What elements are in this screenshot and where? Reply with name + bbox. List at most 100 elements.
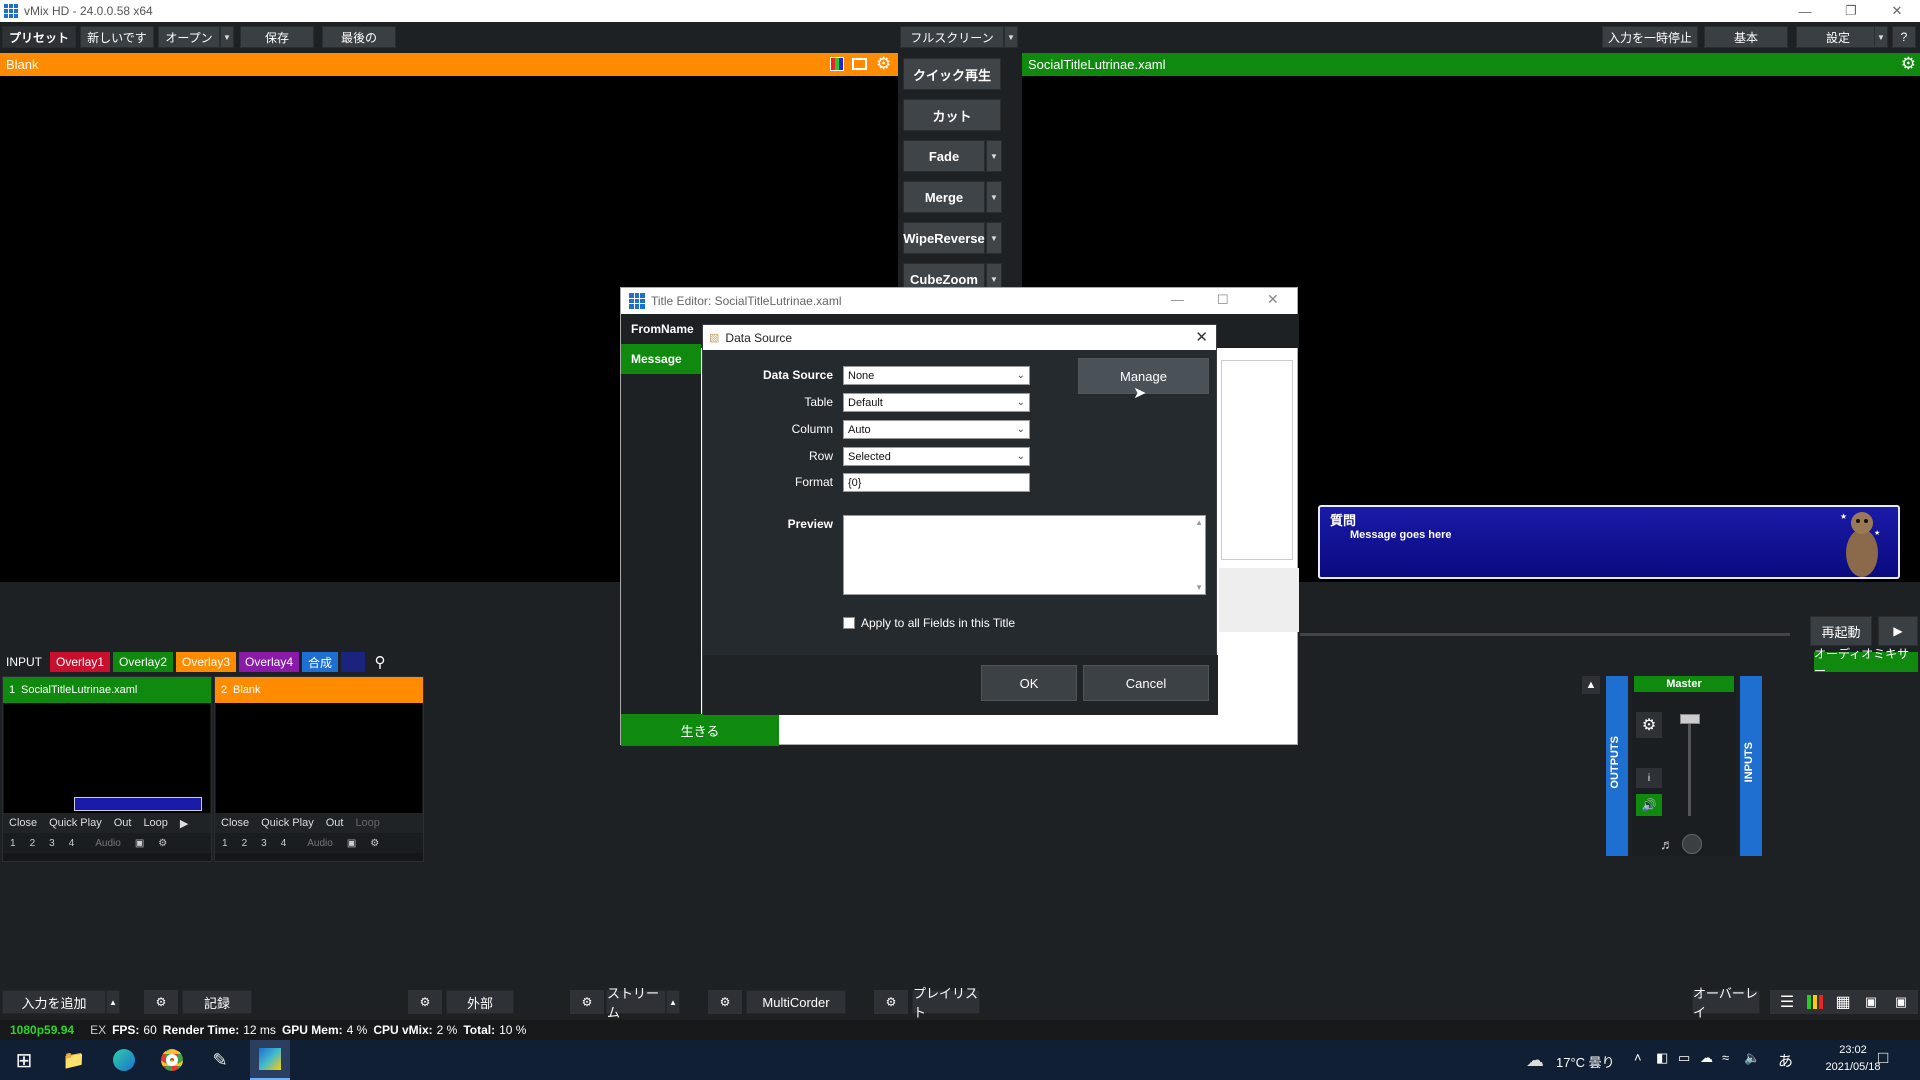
pin-icon[interactable]: ▲: [1582, 676, 1600, 694]
chrome-icon[interactable]: [158, 1048, 186, 1072]
external-button[interactable]: 外部: [446, 990, 514, 1014]
minimize-icon[interactable]: —: [1171, 292, 1184, 307]
open-dropdown-icon[interactable]: ▼: [220, 26, 234, 48]
pause-input-button[interactable]: 入力を一時停止: [1602, 26, 1698, 48]
column-select[interactable]: Auto ⌄: [843, 420, 1030, 439]
wipe-dropdown-icon[interactable]: ▼: [986, 222, 1002, 254]
monitor-icon[interactable]: ▣: [340, 838, 363, 849]
close-icon[interactable]: ✕: [1195, 328, 1208, 346]
scroll-down-icon[interactable]: ▼: [1195, 583, 1203, 592]
battery-icon[interactable]: ▭: [1678, 1050, 1690, 1066]
maximize-icon[interactable]: ☐: [1217, 292, 1229, 308]
inputs-tab[interactable]: INPUTS: [1740, 676, 1762, 856]
restore-icon[interactable]: ❐: [1828, 0, 1874, 22]
file-explorer-icon[interactable]: 📁: [60, 1048, 88, 1072]
data-source-dialog[interactable]: ▧ Data Source ✕ Data Source None ⌄ Table …: [702, 324, 1218, 715]
table-select[interactable]: Default ⌄: [843, 393, 1030, 412]
data-source-select[interactable]: None ⌄: [843, 366, 1030, 385]
layer-1[interactable]: 1: [215, 838, 235, 849]
onedrive-icon[interactable]: ☁: [1700, 1050, 1713, 1066]
gear-icon[interactable]: ⚙: [408, 990, 442, 1014]
tab-composite[interactable]: 合成: [302, 652, 338, 672]
loop-button[interactable]: Loop: [137, 817, 173, 829]
quick-play-button[interactable]: クイック再生: [903, 58, 1001, 90]
wipe-button[interactable]: WipeReverse: [903, 222, 985, 254]
notepad-icon[interactable]: ✎: [206, 1048, 234, 1072]
layer-4[interactable]: 4: [274, 838, 294, 849]
audio-button[interactable]: Audio: [293, 838, 340, 849]
merge-dropdown-icon[interactable]: ▼: [986, 181, 1002, 213]
multicorder-button[interactable]: MultiCorder: [746, 990, 846, 1014]
stream-dropdown-icon[interactable]: ▲: [666, 990, 680, 1014]
input-thumbnail[interactable]: [216, 703, 422, 813]
input-card-2[interactable]: 2 Blank Close Quick Play Out Loop 1234 A…: [214, 676, 424, 862]
outputs-tab[interactable]: OUTPUTS: [1606, 676, 1628, 856]
tab-input[interactable]: INPUT: [2, 652, 46, 672]
add-input-dropdown-icon[interactable]: ▲: [106, 990, 120, 1014]
cut-button[interactable]: カット: [903, 99, 1001, 131]
speaker-icon[interactable]: 🔊: [1636, 794, 1662, 816]
volume-icon[interactable]: 🔈: [1744, 1050, 1760, 1066]
merge-button[interactable]: Merge: [903, 181, 985, 213]
preview-box[interactable]: ▲ ▼: [843, 515, 1206, 595]
gear-icon[interactable]: ⚙: [1901, 54, 1916, 74]
loop-button[interactable]: Loop: [349, 817, 385, 829]
tab-overlay2[interactable]: Overlay2: [113, 652, 173, 672]
text-area[interactable]: [1221, 360, 1293, 560]
basic-button[interactable]: 基本: [1704, 26, 1788, 48]
open-button[interactable]: オープン: [158, 26, 220, 48]
edge-icon[interactable]: [110, 1048, 138, 1072]
gear-icon[interactable]: ⚙: [1636, 712, 1662, 738]
fullscreen-button[interactable]: フルスクリーン: [900, 26, 1004, 48]
vmix-taskbar-icon[interactable]: [250, 1040, 290, 1080]
gear-icon[interactable]: ⚙: [363, 838, 386, 849]
color-picker-icon[interactable]: [830, 57, 844, 71]
layer-3[interactable]: 3: [42, 838, 62, 849]
fade-dropdown-icon[interactable]: ▼: [986, 140, 1002, 172]
monitor-icon[interactable]: ▣: [128, 838, 151, 849]
settings-button[interactable]: 設定: [1796, 26, 1880, 48]
stream-button[interactable]: ストリーム: [606, 986, 666, 1020]
layer-4[interactable]: 4: [62, 838, 82, 849]
play-icon[interactable]: ▶: [1878, 616, 1918, 646]
volume-knob-icon[interactable]: [1682, 834, 1702, 854]
layer-2[interactable]: 2: [23, 838, 43, 849]
quick-play-button[interactable]: Quick Play: [43, 817, 108, 829]
windows-start-icon[interactable]: ⊞: [10, 1048, 38, 1072]
format-input[interactable]: {0}: [843, 473, 1030, 492]
quick-play-button[interactable]: Quick Play: [255, 817, 320, 829]
minimize-icon[interactable]: —: [1782, 0, 1828, 22]
apply-all-checkbox[interactable]: [843, 617, 855, 629]
ime-indicator[interactable]: あ: [1778, 1050, 1793, 1071]
gear-icon[interactable]: ⚙: [876, 54, 891, 74]
input-card-1[interactable]: 1 SocialTitleLutrinae.xaml Close Quick P…: [2, 676, 212, 862]
fader-handle[interactable]: [1680, 714, 1700, 724]
play-icon[interactable]: ▶: [174, 817, 194, 830]
layer-3[interactable]: 3: [254, 838, 274, 849]
window-icon[interactable]: [852, 58, 867, 70]
tab-overlay4[interactable]: Overlay4: [239, 652, 299, 672]
audio-button[interactable]: Audio: [81, 838, 128, 849]
gear-icon[interactable]: ⚙: [708, 990, 742, 1014]
gear-icon[interactable]: ⚙: [874, 990, 908, 1014]
camera-icon[interactable]: ▣: [1854, 990, 1888, 1014]
gear-icon[interactable]: ⚙: [570, 990, 604, 1014]
save-button[interactable]: 保存: [240, 26, 314, 48]
help-button[interactable]: ?: [1892, 26, 1916, 48]
out-button[interactable]: Out: [320, 817, 350, 829]
wifi-icon[interactable]: ≈: [1722, 1050, 1729, 1065]
tab-overlay1[interactable]: Overlay1: [50, 652, 110, 672]
add-input-button[interactable]: 入力を追加: [2, 990, 106, 1014]
input-thumbnail[interactable]: [4, 703, 210, 813]
close-icon[interactable]: ✕: [1267, 291, 1279, 308]
search-icon[interactable]: ⚲: [368, 652, 392, 672]
layer-2[interactable]: 2: [235, 838, 255, 849]
last-button[interactable]: 最後の: [322, 26, 396, 48]
chevron-up-icon[interactable]: ˄: [1634, 1050, 1642, 1065]
progress-track[interactable]: [1300, 633, 1790, 636]
audio-mixer-button[interactable]: オーディオミキサー: [1814, 647, 1918, 678]
record-button[interactable]: 記録: [182, 990, 252, 1014]
out-button[interactable]: Out: [108, 817, 138, 829]
close-icon[interactable]: ✕: [1874, 0, 1920, 22]
weather-text[interactable]: 17°C 曇り: [1556, 1052, 1615, 1071]
